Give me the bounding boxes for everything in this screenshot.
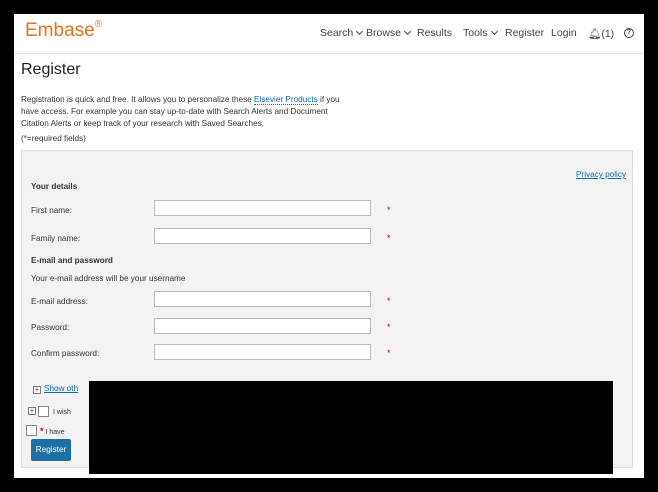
terms-checkbox[interactable]: [26, 425, 37, 436]
required-marker: *: [387, 348, 391, 358]
show-other-fields-link[interactable]: Show oth: [44, 384, 78, 393]
email-hint: Your e-mail address will be your usernam…: [31, 274, 186, 283]
nav-tools[interactable]: Tools: [463, 27, 498, 39]
elsevier-products-link[interactable]: Elsevier Products: [254, 95, 318, 105]
family-name-input[interactable]: [154, 228, 371, 244]
chevron-down-icon: [356, 27, 364, 36]
redaction-block: [89, 381, 613, 474]
opt-in-checkbox[interactable]: [38, 406, 49, 417]
chevron-down-icon: [403, 27, 412, 36]
chevron-down-icon: [490, 27, 498, 36]
nav-results[interactable]: Results: [417, 27, 452, 39]
family-name-label: Family name:: [31, 234, 81, 243]
confirm-password-input[interactable]: [154, 344, 371, 360]
first-name-label: First name:: [31, 206, 72, 215]
required-marker: *: [387, 322, 391, 332]
confirm-password-label: Confirm password:: [31, 349, 100, 358]
nav-browse[interactable]: Browse: [366, 27, 412, 39]
embase-logo[interactable]: Embase®: [25, 19, 102, 42]
browser-page: Embase® Search Browse Results Tools Regi…: [14, 14, 644, 478]
top-header: Embase® Search Browse Results Tools Regi…: [14, 14, 644, 54]
password-input[interactable]: [154, 318, 371, 334]
page-title: Register: [21, 61, 81, 78]
nav-login[interactable]: Login: [551, 27, 577, 39]
your-details-heading: Your details: [31, 182, 78, 191]
notifications-button[interactable]: 🔔︎(1): [588, 27, 614, 40]
email-password-heading: E-mail and password: [31, 256, 113, 265]
terms-label: * I have: [40, 426, 65, 436]
nav-search[interactable]: Search: [320, 27, 364, 39]
required-marker: *: [387, 296, 391, 306]
required-marker: *: [387, 205, 391, 215]
help-icon[interactable]: ?: [624, 28, 634, 38]
first-name-input[interactable]: [154, 200, 371, 216]
plus-square-icon[interactable]: +: [33, 386, 41, 394]
email-label: E-mail address:: [31, 297, 88, 306]
bell-icon: 🔔︎: [588, 28, 602, 40]
password-label: Password:: [31, 323, 70, 332]
required-fields-note: (*=required fields): [21, 134, 86, 143]
plus-square-icon[interactable]: +: [28, 407, 36, 415]
register-button[interactable]: Register: [31, 439, 71, 461]
nav-register[interactable]: Register: [505, 27, 544, 39]
opt-in-label: I wish: [53, 409, 71, 416]
privacy-policy-link[interactable]: Privacy policy: [576, 170, 626, 179]
intro-text: Registration is quick and free. It allow…: [21, 95, 340, 128]
required-marker: *: [387, 233, 391, 243]
email-input[interactable]: [154, 291, 371, 307]
